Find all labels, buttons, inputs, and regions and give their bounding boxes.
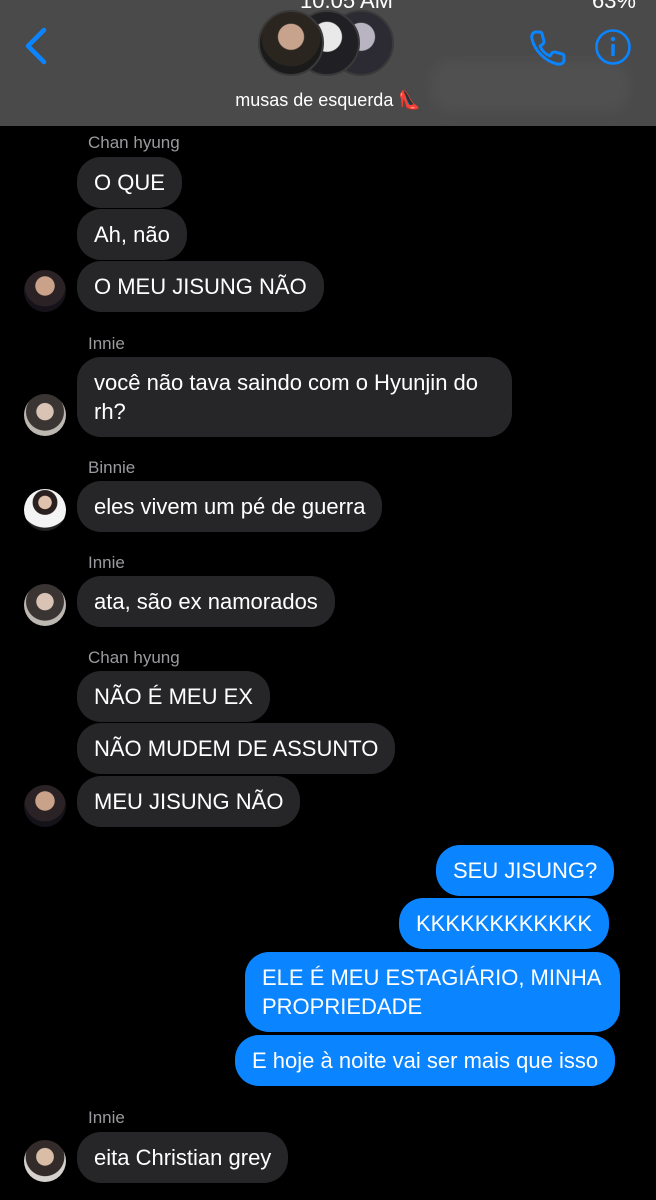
message-bubble[interactable]: NÃO MUDEM DE ASSUNTO [77,723,396,774]
avatar[interactable] [24,584,66,626]
message-bubble[interactable]: O MEU JISUNG NÃO [77,261,324,312]
message-bubble[interactable]: eita Christian grey [77,1132,289,1183]
sender-name: Chan hyung [88,133,180,152]
avatar[interactable] [24,270,66,312]
message-bubble[interactable]: você não tava saindo com o Hyunjin do rh… [77,357,512,437]
message-bubble[interactable]: MEU JISUNG NÃO [77,776,301,827]
info-icon [595,29,631,65]
outgoing-message[interactable]: KKKKKKKKKKKK [399,898,610,949]
chat-header: 10:05 AM 63% musas de esquerda 👠 [0,0,656,126]
chevron-left-icon [25,27,47,65]
phone-icon [530,30,566,66]
avatar[interactable] [24,785,66,827]
message-bubble[interactable]: ata, são ex namorados [77,576,335,627]
avatar[interactable] [24,489,66,531]
call-button[interactable] [528,28,568,68]
avatar[interactable] [24,1140,66,1182]
message-bubble[interactable]: eles vivem um pé de guerra [77,481,383,532]
outgoing-message[interactable]: E hoje à noite vai ser mais que isso [235,1035,616,1086]
group-avatars[interactable] [258,10,408,78]
outgoing-message[interactable]: ELE É MEU ESTAGIÁRIO, MINHA PROPRIEDADE [245,952,620,1032]
outgoing-message[interactable]: SEU JISUNG? [436,845,615,896]
sender-name: Chan hyung [88,648,180,667]
avatar[interactable] [24,394,66,436]
status-battery: 63% [591,0,636,13]
back-button[interactable] [22,26,52,66]
sender-name: Innie [88,1108,125,1127]
message-bubble[interactable]: NÃO É MEU EX [77,671,270,722]
info-button[interactable] [594,28,632,66]
message-bubble[interactable]: Ah, não [77,209,187,260]
message-bubble[interactable]: O QUE [77,157,182,208]
sender-name: Binnie [88,458,136,477]
sender-name: Innie [88,334,125,353]
group-avatar-1 [258,10,324,76]
sender-name: Innie [88,553,125,572]
